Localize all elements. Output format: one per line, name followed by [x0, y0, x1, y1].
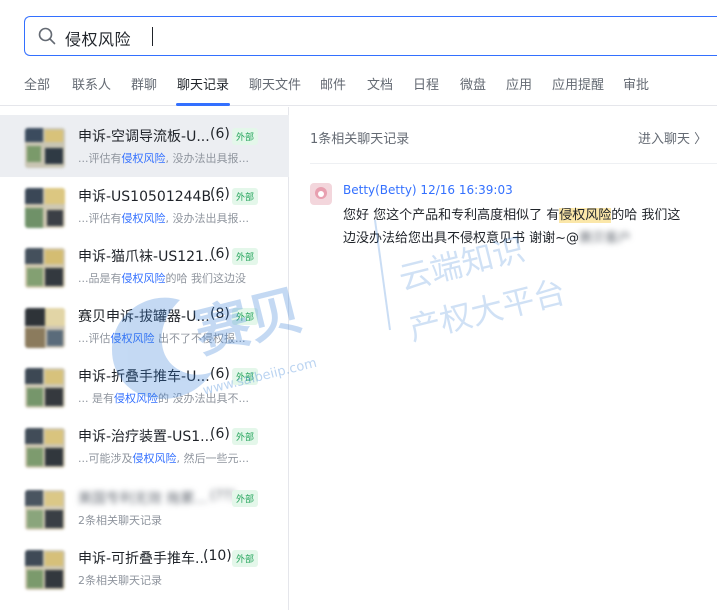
- chat-title: 赛贝申诉-拔罐器-U...: [78, 309, 210, 325]
- message-count: (8): [210, 306, 230, 322]
- external-badge: 外部: [232, 550, 259, 567]
- external-badge: 外部: [232, 368, 259, 385]
- chat-title: 申诉-猫爪袜-US121...: [78, 249, 218, 265]
- message-sender: Betty(Betty) 12/16 16:39:03: [343, 183, 513, 197]
- group-avatar: [25, 550, 65, 590]
- result-list: 申诉-空调导流板-U... (6) 外部 ...评估有侵权风险, 没办法出具报.…: [0, 107, 289, 610]
- chat-snippet: ... 是有侵权风险的 没办法出具不...: [78, 390, 278, 406]
- sender-avatar: [310, 183, 332, 205]
- snippet-text: ...可能涉及: [78, 452, 133, 465]
- snippet-text: ... 是有: [78, 392, 114, 405]
- related-record-count: 1条相关聊天记录: [310, 132, 410, 147]
- category-tabs: 全部 联系人 群聊 聊天记录 聊天文件 邮件 文档 日程 微盘 应用 应用提醒 …: [0, 64, 717, 106]
- external-badge: 外部: [232, 490, 259, 507]
- chat-snippet: ...可能涉及侵权风险, 然后一些元...: [78, 450, 278, 466]
- list-item[interactable]: 申诉-猫爪袜-US121... (6) 外部 ...品是有侵权风险的哈 我们这边…: [0, 235, 289, 297]
- snippet-text: 的哈 我们这边没: [165, 272, 247, 285]
- external-badge: 外部: [232, 188, 259, 205]
- snippet-text: ...评估有: [78, 212, 122, 225]
- tab-approval[interactable]: 审批: [623, 74, 649, 93]
- tab-mail[interactable]: 邮件: [320, 74, 346, 93]
- list-item[interactable]: 申诉-折叠手推车-U... (6) 外部 ... 是有侵权风险的 没办法出具不.…: [0, 355, 289, 417]
- message-count: (6): [210, 126, 230, 142]
- list-item[interactable]: 申诉-治疗装置-US1... (6) 外部 ...可能涉及侵权风险, 然后一些元…: [0, 415, 289, 477]
- snippet-highlight: 侵权风险: [110, 332, 155, 345]
- snippet-text: ...评估有: [78, 152, 122, 165]
- tab-contacts[interactable]: 联系人: [72, 74, 111, 93]
- mention-name: 赛贝客户: [579, 231, 632, 246]
- text-caret: [152, 27, 153, 46]
- tab-all[interactable]: 全部: [24, 74, 50, 93]
- tab-drive[interactable]: 微盘: [460, 74, 486, 93]
- message-body: 您好 您这个产品和专利高度相似了 有侵权风险的哈 我们这边没办法给您出具不侵权意…: [343, 204, 688, 250]
- search-bar[interactable]: 侵权风险: [24, 16, 717, 56]
- enter-chat-link[interactable]: 进入聊天 〉: [638, 128, 707, 147]
- message-count: (6): [210, 366, 230, 382]
- chat-snippet: ...评估侵权风险 出不了不侵权报...: [78, 330, 278, 346]
- search-input[interactable]: 侵权风险: [65, 26, 131, 50]
- snippet-highlight: 侵权风险: [121, 152, 166, 165]
- group-avatar: [25, 490, 65, 530]
- tab-calendar[interactable]: 日程: [413, 74, 439, 93]
- chat-title: 申诉-治疗装置-US1...: [78, 429, 214, 445]
- snippet-text: ...品是有: [78, 272, 122, 285]
- external-badge: 外部: [232, 428, 259, 445]
- list-item[interactable]: 赛贝申诉-拔罐器-U... (8) 外部 ...评估侵权风险 出不了不侵权报..…: [0, 295, 289, 357]
- snippet-text: ...评估: [78, 332, 111, 345]
- tab-groups[interactable]: 群聊: [131, 74, 157, 93]
- external-badge: 外部: [232, 248, 259, 265]
- chat-title: 申诉-折叠手推车-U...: [78, 369, 210, 385]
- group-avatar: [25, 308, 65, 348]
- tab-chat-history[interactable]: 聊天记录: [177, 74, 229, 93]
- search-icon: [38, 27, 56, 45]
- message-count: (6): [210, 426, 230, 442]
- active-tab-indicator: [176, 103, 230, 106]
- message-text: 您好 您这个产品和专利高度相似了 有: [343, 208, 560, 223]
- group-avatar: [25, 428, 65, 468]
- chat-snippet: 2条相关聊天记录: [78, 574, 162, 587]
- chat-title: 申诉-US10501244B...: [78, 189, 225, 205]
- tab-docs[interactable]: 文档: [367, 74, 393, 93]
- tab-apps[interactable]: 应用: [506, 74, 532, 93]
- group-avatar: [25, 368, 65, 408]
- list-item[interactable]: 申诉-可折叠手推车... (10) 外部 2条相关聊天记录: [0, 537, 289, 599]
- snippet-highlight: 侵权风险: [114, 392, 158, 405]
- external-badge: 外部: [232, 128, 259, 145]
- chat-snippet: ...评估有侵权风险, 没办法出具报...: [78, 210, 278, 226]
- group-avatar: [25, 188, 65, 228]
- list-item[interactable]: 美国专利无效 拖累... (??) 外部 2条相关聊天记录: [0, 477, 289, 539]
- message-highlight: 侵权风险: [559, 208, 612, 223]
- snippet-text: , 然后一些元...: [176, 452, 249, 465]
- group-avatar: [25, 248, 65, 288]
- chat-snippet: ...品是有侵权风险的哈 我们这边没: [78, 270, 278, 286]
- tab-chat-files[interactable]: 聊天文件: [249, 74, 301, 93]
- message-count: (6): [210, 186, 230, 202]
- snippet-highlight: 侵权风险: [121, 212, 166, 225]
- divider: [310, 163, 717, 164]
- message-count: (10): [203, 548, 232, 564]
- chat-snippet: ...评估有侵权风险, 没办法出具报...: [78, 150, 278, 166]
- snippet-text: 的 没办法出具不...: [158, 392, 249, 405]
- snippet-highlight: 侵权风险: [121, 272, 166, 285]
- group-avatar: [25, 128, 65, 168]
- chat-snippet: 2条相关聊天记录: [78, 514, 162, 527]
- list-item[interactable]: 申诉-US10501244B... (6) 外部 ...评估有侵权风险, 没办法…: [0, 175, 289, 237]
- snippet-text: , 没办法出具报...: [165, 212, 249, 225]
- list-item[interactable]: 申诉-空调导流板-U... (6) 外部 ...评估有侵权风险, 没办法出具报.…: [0, 115, 289, 177]
- chat-title: 美国专利无效 拖累...: [78, 491, 208, 507]
- chat-title: 申诉-可折叠手推车...: [78, 551, 209, 567]
- message-count: (6): [210, 246, 230, 262]
- chat-title: 申诉-空调导流板-U...: [78, 129, 210, 145]
- tab-app-alerts[interactable]: 应用提醒: [552, 74, 604, 93]
- snippet-text: 出不了不侵权报...: [154, 332, 246, 345]
- snippet-highlight: 侵权风险: [132, 452, 177, 465]
- external-badge: 外部: [232, 308, 259, 325]
- snippet-text: , 没办法出具报...: [165, 152, 249, 165]
- chat-detail-panel: 1条相关聊天记录 进入聊天 〉 Betty(Betty) 12/16 16:39…: [290, 107, 717, 610]
